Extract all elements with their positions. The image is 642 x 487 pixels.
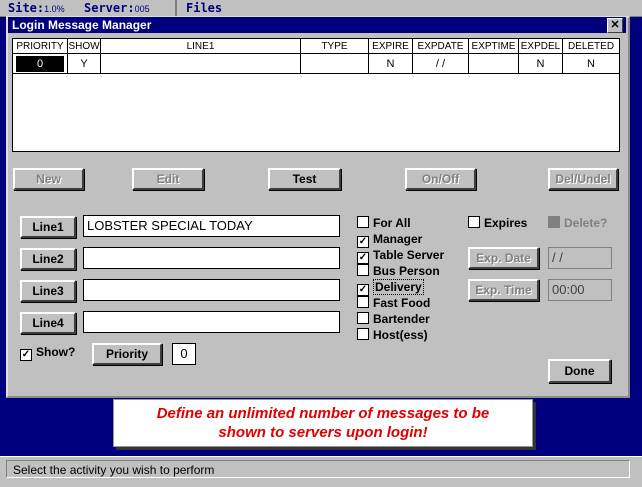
window-title: Login Message Manager bbox=[12, 18, 152, 32]
show-check-box[interactable]: ✓ bbox=[20, 349, 32, 361]
col-exptime[interactable]: EXPTIME bbox=[469, 39, 519, 54]
checkbox-delivery[interactable]: ✓ Delivery bbox=[357, 279, 424, 296]
delundel-button[interactable]: Del/Undel bbox=[548, 168, 618, 190]
exp-time-field[interactable]: 00:00 bbox=[548, 279, 612, 301]
col-deleted[interactable]: DELETED bbox=[563, 39, 619, 54]
checkbox-bus-person[interactable]: Bus Person bbox=[357, 263, 440, 279]
delete-label: Delete? bbox=[564, 216, 608, 230]
checkbox-delete[interactable]: Delete? bbox=[548, 215, 607, 231]
cell-expdate[interactable]: / / bbox=[413, 54, 469, 74]
cell-deleted[interactable]: N bbox=[563, 54, 619, 74]
cell-priority[interactable]: 0 bbox=[16, 56, 64, 72]
show-checkbox[interactable]: ✓ Show? bbox=[20, 344, 76, 361]
line2-field[interactable] bbox=[83, 247, 340, 269]
col-expdel[interactable]: EXPDEL bbox=[519, 39, 563, 54]
show-label: Show? bbox=[36, 345, 76, 359]
line1-field[interactable]: LOBSTER SPECIAL TODAY bbox=[83, 215, 340, 237]
for-all-label: For All bbox=[373, 216, 411, 230]
priority-button[interactable]: Priority bbox=[92, 343, 162, 365]
hostess-box[interactable] bbox=[357, 328, 369, 340]
checkbox-table-server[interactable]: ✓ Table Server bbox=[357, 247, 445, 264]
line4-button[interactable]: Line4 bbox=[20, 312, 76, 334]
delete-box[interactable] bbox=[548, 216, 560, 228]
exp-date-field[interactable]: / / bbox=[548, 247, 612, 269]
close-button[interactable]: ✕ bbox=[607, 18, 623, 33]
files-label: Files bbox=[186, 1, 223, 15]
col-priority[interactable]: PRIORITY bbox=[13, 39, 68, 54]
line3-field[interactable] bbox=[83, 279, 340, 301]
table-server-label: Table Server bbox=[373, 248, 445, 262]
bartender-box[interactable] bbox=[357, 312, 369, 324]
checkbox-hostess[interactable]: Host(ess) bbox=[357, 327, 428, 343]
line2-button[interactable]: Line2 bbox=[20, 248, 76, 270]
cell-expdel[interactable]: N bbox=[519, 54, 563, 74]
col-expdate[interactable]: EXPDATE bbox=[413, 39, 469, 54]
checkbox-bartender[interactable]: Bartender bbox=[357, 311, 430, 327]
bartender-label: Bartender bbox=[373, 312, 430, 326]
checkbox-expires[interactable]: Expires bbox=[468, 215, 527, 231]
fast-food-box[interactable] bbox=[357, 296, 369, 308]
promo-banner: Define an unlimited number of messages t… bbox=[113, 399, 533, 447]
fast-food-label: Fast Food bbox=[373, 296, 431, 310]
cell-expire[interactable]: N bbox=[369, 54, 413, 74]
new-button[interactable]: New bbox=[13, 168, 84, 190]
col-show[interactable]: SHOW bbox=[68, 39, 101, 54]
site-value: 1.0% bbox=[44, 4, 65, 14]
window-titlebar: Login Message Manager ✕ bbox=[8, 17, 626, 33]
checkbox-fast-food[interactable]: Fast Food bbox=[357, 295, 430, 311]
test-button[interactable]: Test bbox=[268, 168, 341, 190]
bus-person-box[interactable] bbox=[357, 264, 369, 276]
col-line1[interactable]: LINE1 bbox=[101, 39, 301, 54]
top-status-strip: Site:1.0% Server:005 Files bbox=[0, 0, 642, 17]
done-button[interactable]: Done bbox=[548, 359, 611, 383]
checkbox-manager[interactable]: ✓ Manager bbox=[357, 231, 423, 248]
col-expire[interactable]: EXPIRE bbox=[369, 39, 413, 54]
col-type[interactable]: TYPE bbox=[301, 39, 369, 54]
cell-line1[interactable] bbox=[101, 54, 301, 74]
bus-person-label: Bus Person bbox=[373, 264, 440, 278]
site-label: Site:1.0% bbox=[8, 0, 65, 16]
expires-box[interactable] bbox=[468, 216, 480, 228]
onoff-button[interactable]: On/Off bbox=[405, 168, 476, 190]
cell-show[interactable]: Y bbox=[68, 54, 101, 74]
priority-field[interactable]: 0 bbox=[172, 343, 196, 365]
table-row[interactable]: 0 bbox=[13, 54, 68, 74]
hostess-label: Host(ess) bbox=[373, 328, 428, 342]
line4-field[interactable] bbox=[83, 311, 340, 333]
cell-exptime[interactable] bbox=[469, 54, 519, 74]
status-text: Select the activity you wish to perform bbox=[6, 460, 630, 478]
server-label: Server:005 bbox=[84, 0, 150, 16]
line1-button[interactable]: Line1 bbox=[20, 216, 76, 238]
checkbox-for-all[interactable]: For All bbox=[357, 215, 411, 231]
banner-line-2: shown to servers upon login! bbox=[218, 424, 428, 441]
top-divider bbox=[175, 0, 177, 16]
for-all-box[interactable] bbox=[357, 216, 369, 228]
status-bar: Select the activity you wish to perform bbox=[0, 456, 642, 487]
server-value: 005 bbox=[134, 4, 150, 14]
expires-label: Expires bbox=[484, 216, 528, 230]
exp-time-button[interactable]: Exp. Time bbox=[468, 279, 539, 301]
manager-label: Manager bbox=[373, 232, 423, 246]
server-label-text: Server: bbox=[84, 1, 135, 15]
edit-button[interactable]: Edit bbox=[132, 168, 204, 190]
banner-line-1: Define an unlimited number of messages t… bbox=[156, 405, 490, 422]
site-label-text: Site: bbox=[8, 1, 45, 15]
exp-date-button[interactable]: Exp. Date bbox=[468, 247, 539, 269]
delivery-label: Delivery bbox=[373, 279, 424, 295]
messages-grid[interactable]: PRIORITY SHOW LINE1 TYPE EXPIRE EXPDATE … bbox=[12, 38, 620, 152]
line3-button[interactable]: Line3 bbox=[20, 280, 76, 302]
cell-type[interactable] bbox=[301, 54, 369, 74]
